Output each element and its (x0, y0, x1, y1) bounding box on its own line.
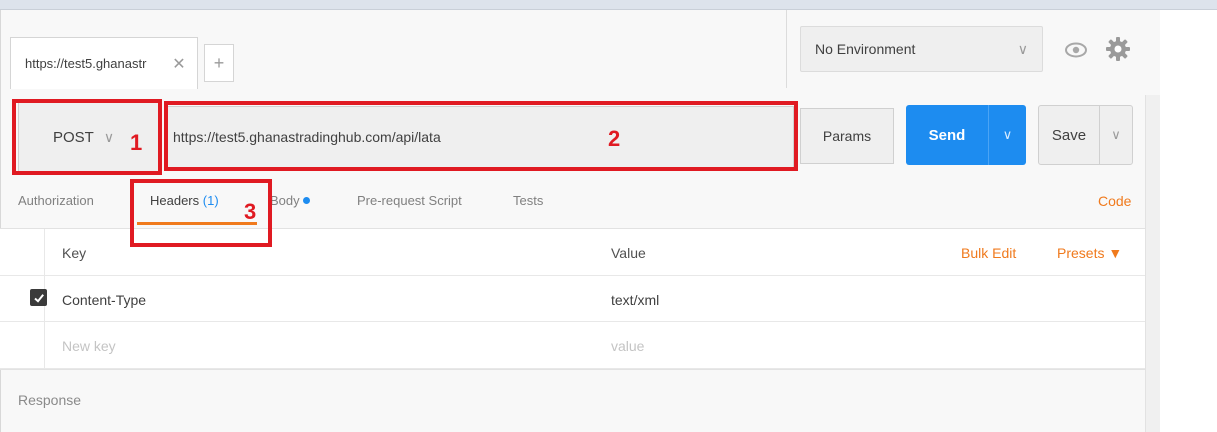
tab-body-label: Body (270, 193, 300, 208)
right-margin (1160, 10, 1217, 432)
annotation-number-2: 2 (608, 126, 621, 151)
environment-select[interactable]: No Environment ∨ (800, 26, 1043, 72)
new-value-input[interactable]: value (611, 338, 644, 354)
key-column-header: Key (62, 245, 87, 261)
tab-authorization[interactable]: Authorization (18, 193, 94, 208)
table-row: Content-Type text/xml (0, 276, 1145, 322)
value-column-header: Value (611, 245, 646, 261)
checkmark-icon (33, 293, 44, 303)
window-top-strip (0, 0, 1217, 10)
send-button-label: Send (928, 126, 966, 144)
chevron-down-icon[interactable]: ∨ (989, 127, 1026, 143)
annotation-number-3: 3 (244, 199, 257, 224)
header-enabled-checkbox[interactable] (30, 289, 47, 306)
close-icon[interactable]: ✕ (171, 54, 187, 74)
header-divider (786, 10, 787, 88)
chevron-down-icon[interactable]: ∨ (1100, 127, 1132, 143)
save-button-label: Save (1051, 126, 1087, 144)
environment-selected-value: No Environment (815, 41, 916, 57)
chevron-down-icon: ∨ (1017, 40, 1028, 57)
params-button[interactable]: Params (800, 108, 894, 164)
scrollbar[interactable] (1145, 95, 1160, 432)
response-divider (0, 369, 1145, 370)
eye-icon[interactable] (1062, 36, 1090, 64)
tab-tests[interactable]: Tests (513, 193, 543, 208)
tab-body[interactable]: Body (270, 193, 310, 208)
tab-pre-request-script[interactable]: Pre-request Script (357, 193, 462, 208)
request-tab[interactable]: https://test5.ghanastr ✕ (10, 37, 198, 89)
send-button[interactable]: Send ∨ (906, 105, 1026, 165)
response-section-label: Response (18, 392, 82, 408)
presets-dropdown[interactable]: Presets ▼ (1057, 245, 1122, 261)
body-indicator-dot (302, 197, 310, 204)
bulk-edit-link[interactable]: Bulk Edit (961, 245, 1016, 261)
new-tab-button[interactable]: + (204, 44, 234, 82)
table-row-new: New key value (0, 322, 1145, 369)
request-tab-title: https://test5.ghanastr (25, 56, 147, 71)
header-key-cell[interactable]: Content-Type (62, 292, 146, 308)
new-key-input[interactable]: New key (62, 338, 116, 354)
headers-table: Key Value Bulk Edit Presets ▼ Content-Ty… (0, 228, 1145, 369)
header-value-cell[interactable]: text/xml (611, 292, 659, 308)
code-link[interactable]: Code (1098, 193, 1131, 209)
annotation-number-1: 1 (130, 130, 143, 155)
gear-icon[interactable] (1102, 33, 1134, 65)
save-button[interactable]: Save ∨ (1038, 105, 1133, 165)
tab-bar: https://test5.ghanastr ✕ + (10, 37, 234, 89)
annotation-box-url (164, 101, 798, 171)
